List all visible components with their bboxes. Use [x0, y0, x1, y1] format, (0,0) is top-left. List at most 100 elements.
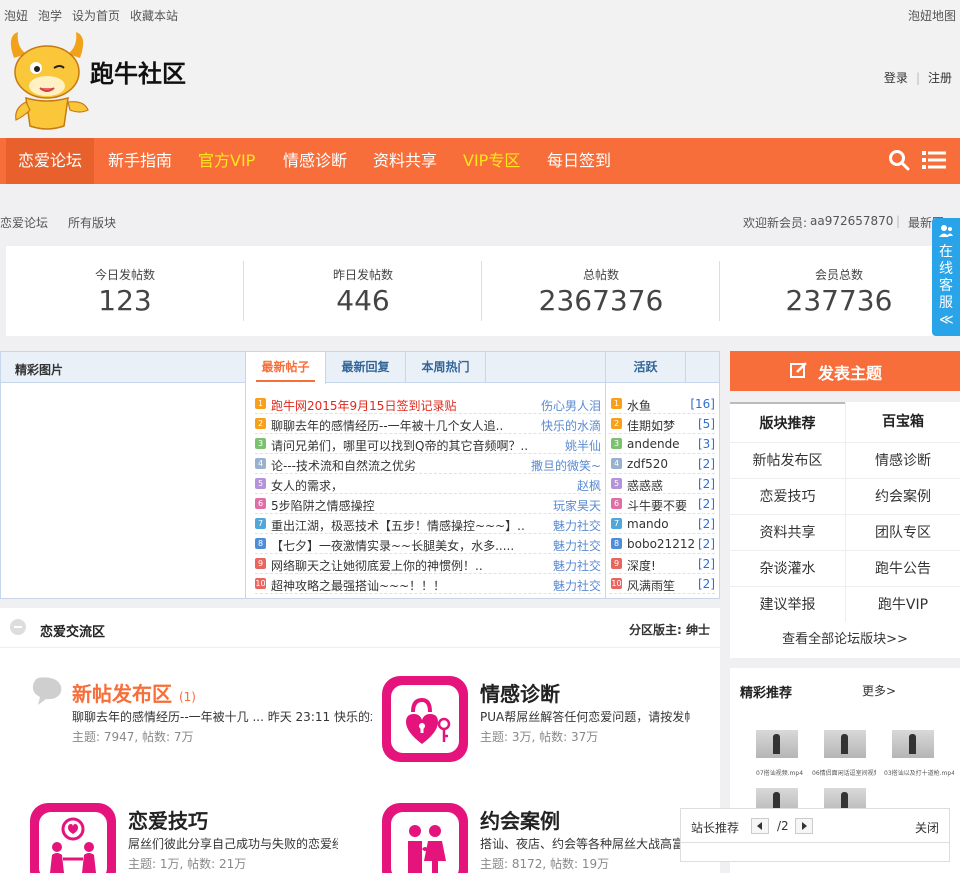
board-new-posts[interactable]: 新帖发布区 (1) 聊聊去年的感情经历--一年被十几 ... 昨天 23:11 …: [30, 676, 372, 776]
post-author-link[interactable]: 魅力社交: [553, 577, 601, 594]
video-thumbnail[interactable]: [892, 730, 934, 758]
menu-list-icon[interactable]: [922, 149, 946, 171]
active-user-row[interactable]: 1 水鱼 [16]: [609, 394, 715, 414]
post-row[interactable]: 5 女人的需求， 赵枫: [255, 474, 601, 494]
active-user-link[interactable]: 惑惑惑: [627, 477, 663, 494]
nav-item-daily-checkin[interactable]: 每日签到: [535, 138, 623, 184]
board-emotion-diagnosis[interactable]: 情感诊断 PUA帮屌丝解答任何恋爱问题，请按发帖 主题: 3万, 帖数: 37万: [382, 676, 722, 776]
active-user-row[interactable]: 2 佳期如梦 [5]: [609, 414, 715, 434]
post-title-link[interactable]: 女人的需求，: [271, 477, 531, 494]
board-title[interactable]: 约会案例: [480, 805, 560, 834]
post-row[interactable]: 9 网络聊天之让她彻底爱上你的神惯例！.. 魅力社交: [255, 554, 601, 574]
set-homepage-link[interactable]: 设为首页: [72, 7, 120, 24]
nav-item-beginner-guide[interactable]: 新手指南: [96, 138, 184, 184]
next-page-button[interactable]: [795, 818, 813, 834]
post-row[interactable]: 3 请问兄弟们，哪里可以找到Q帝的其它音频啊？.. 姚半仙: [255, 434, 601, 454]
post-author-link[interactable]: 魅力社交: [553, 537, 601, 554]
view-all-boards-link[interactable]: 查看全部论坛版块>>: [730, 628, 960, 647]
post-row[interactable]: 4 论---技术流和自然流之优劣 撒旦的微笑~: [255, 454, 601, 474]
post-row[interactable]: 10 超神攻略之最强搭讪~~~！！！ 魅力社交: [255, 574, 601, 594]
tab-latest-posts[interactable]: 最新帖子: [246, 352, 326, 384]
video-thumbnail[interactable]: [756, 730, 798, 758]
nav-item-love-forum[interactable]: 恋爱论坛: [6, 138, 95, 184]
active-user-link[interactable]: 深度!: [627, 557, 656, 574]
board-link[interactable]: 恋爱技巧: [730, 478, 845, 514]
post-row[interactable]: 8 【七夕】一夜激情实录~~长腿美女，水多..... 魅力社交: [255, 534, 601, 554]
board-title[interactable]: 情感诊断: [480, 678, 560, 707]
board-last-post[interactable]: 聊聊去年的感情经历--一年被十几 ... 昨天 23:11 快乐的水: [72, 708, 372, 725]
post-author-link[interactable]: 姚半仙: [565, 437, 601, 454]
post-row[interactable]: 6 5步陷阱之情感操控 玩家昊天: [255, 494, 601, 514]
board-link[interactable]: 建议举报: [730, 586, 845, 622]
prev-page-button[interactable]: [751, 818, 769, 834]
active-user-link[interactable]: bobo21212: [627, 537, 695, 551]
board-link[interactable]: 杂谈灌水: [730, 550, 845, 586]
nav-item-resource-share[interactable]: 资料共享: [361, 138, 449, 184]
tab-board-recommend[interactable]: 版块推荐: [730, 402, 845, 442]
active-user-link[interactable]: andende: [627, 437, 680, 451]
breadcrumb-home[interactable]: 恋爱论坛: [0, 214, 48, 231]
post-author-link[interactable]: 赵枫: [577, 477, 601, 494]
site-name[interactable]: 跑牛社区: [90, 54, 186, 89]
more-link[interactable]: 更多>: [862, 682, 896, 699]
bookmark-link[interactable]: 收藏本站: [130, 7, 178, 24]
post-title-link[interactable]: 重出江湖，极恶技术【五步！情感操控~~~】..: [271, 517, 531, 534]
post-row[interactable]: 2 聊聊去年的感情经历--一年被十几个女人追.. 快乐的水滴: [255, 414, 601, 434]
online-service-tab[interactable]: 在线客服 ≪: [932, 218, 960, 336]
active-user-row[interactable]: 9 深度! [2]: [609, 554, 715, 574]
nav-item-vip-zone[interactable]: VIP专区: [451, 138, 532, 184]
thumbnail-caption[interactable]: 03搭讪以及打十道枪.mp4: [884, 768, 954, 777]
active-user-row[interactable]: 3 andende [3]: [609, 434, 715, 454]
active-user-row[interactable]: 6 斗牛要不要 [2]: [609, 494, 715, 514]
post-title-link[interactable]: 【七夕】一夜激情实录~~长腿美女，水多.....: [271, 537, 531, 554]
welcome-user-link[interactable]: aa972657870: [810, 214, 893, 228]
active-user-link[interactable]: mando: [627, 517, 669, 531]
active-user-link[interactable]: 斗牛要不要: [627, 497, 687, 514]
post-title-link[interactable]: 网络聊天之让她彻底爱上你的神惯例！..: [271, 557, 531, 574]
collapse-icon[interactable]: [10, 619, 26, 635]
post-author-link[interactable]: 快乐的水滴: [541, 417, 601, 434]
post-author-link[interactable]: 魅力社交: [553, 517, 601, 534]
board-link[interactable]: 约会案例: [845, 478, 960, 514]
popup-close-button[interactable]: 关闭: [915, 819, 939, 836]
post-author-link[interactable]: 玩家昊天: [553, 497, 601, 514]
tab-weekly-hot[interactable]: 本周热门: [406, 352, 486, 383]
board-link[interactable]: 资料共享: [730, 514, 845, 550]
active-user-link[interactable]: zdf520: [627, 457, 668, 471]
board-link[interactable]: 跑牛公告: [845, 550, 960, 586]
post-title-link[interactable]: 论---技术流和自然流之优劣: [271, 457, 531, 474]
register-link[interactable]: 注册: [928, 69, 952, 86]
active-user-row[interactable]: 7 mando [2]: [609, 514, 715, 534]
active-user-row[interactable]: 8 bobo21212 [2]: [609, 534, 715, 554]
post-title-link[interactable]: 跑牛网2015年9月15日签到记录贴: [271, 397, 531, 414]
active-user-row[interactable]: 4 zdf520 [2]: [609, 454, 715, 474]
section-title[interactable]: 恋爱交流区: [40, 621, 105, 640]
active-user-link[interactable]: 风满雨笙: [627, 577, 675, 594]
tab-latest-replies[interactable]: 最新回复: [326, 352, 406, 383]
post-title-link[interactable]: 超神攻略之最强搭讪~~~！！！: [271, 577, 531, 594]
board-name[interactable]: 新帖发布区 (1): [72, 678, 196, 707]
post-row[interactable]: 1 跑牛网2015年9月15日签到记录贴 伤心男人泪: [255, 394, 601, 414]
board-link[interactable]: 情感诊断: [845, 442, 960, 478]
post-author-link[interactable]: 魅力社交: [553, 557, 601, 574]
post-author-link[interactable]: 伤心男人泪: [541, 397, 601, 414]
topbar-link-paoxue[interactable]: 泡学: [38, 7, 62, 24]
new-thread-button[interactable]: 发表主题: [730, 351, 960, 391]
topbar-link-paoniu[interactable]: 泡妞: [4, 7, 28, 24]
board-love-skills[interactable]: 恋爱技巧 屌丝们彼此分享自己成功与失败的恋爱经 主题: 1万, 帖数: 21万: [30, 803, 370, 873]
nav-item-official-vip[interactable]: 官方VIP: [186, 138, 267, 184]
post-title-link[interactable]: 聊聊去年的感情经历--一年被十几个女人追..: [271, 417, 531, 434]
bull-mascot-logo[interactable]: [4, 30, 90, 134]
post-title-link[interactable]: 5步陷阱之情感操控: [271, 497, 531, 514]
thumbnail-caption[interactable]: 06情侣面闲话逗室间视频...: [812, 768, 876, 777]
active-user-link[interactable]: 佳期如梦: [627, 417, 675, 434]
active-user-row[interactable]: 5 惑惑惑 [2]: [609, 474, 715, 494]
post-author-link[interactable]: 撒旦的微笑~: [531, 457, 601, 474]
site-map-link[interactable]: 泡妞地图: [908, 7, 956, 24]
board-link[interactable]: 新帖发布区: [730, 442, 845, 478]
active-user-row[interactable]: 10 风满雨笙 [2]: [609, 574, 715, 594]
board-title[interactable]: 恋爱技巧: [128, 805, 208, 834]
nav-item-emotion-diagnosis[interactable]: 情感诊断: [271, 138, 359, 184]
post-row[interactable]: 7 重出江湖，极恶技术【五步！情感操控~~~】.. 魅力社交: [255, 514, 601, 534]
post-title-link[interactable]: 请问兄弟们，哪里可以找到Q帝的其它音频啊？..: [271, 437, 531, 454]
